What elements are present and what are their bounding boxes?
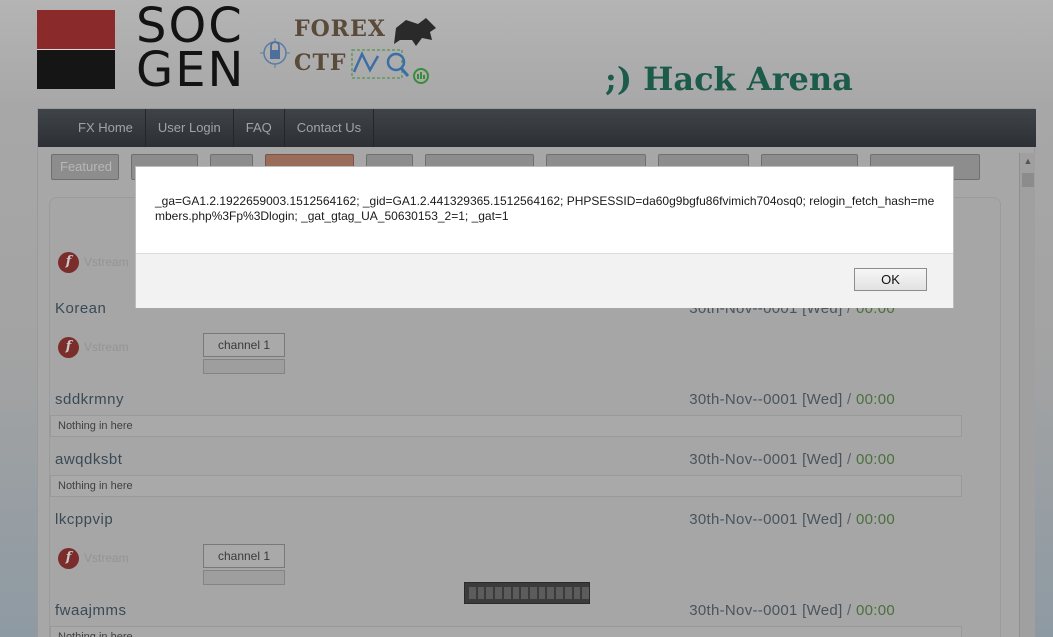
flash-icon: f xyxy=(58,252,79,273)
channel-1-button[interactable]: channel 1 xyxy=(203,333,285,357)
ctf-text: CTF xyxy=(294,50,347,76)
tab-featured[interactable]: Featured xyxy=(51,154,119,180)
top-navbar: FX Home User Login FAQ Contact Us xyxy=(38,109,1036,147)
hack-arena-title: ;) Hack Arena xyxy=(605,60,853,98)
flash-icon: f xyxy=(58,337,79,358)
channel-name[interactable]: lkcppvip xyxy=(55,511,113,528)
date-text: 30th-Nov--0001 [Wed] xyxy=(689,451,843,468)
empty-notice: Nothing in here xyxy=(50,415,962,437)
flash-icon: f xyxy=(58,548,79,569)
time-text: 00:00 xyxy=(855,451,895,468)
date-separator: / xyxy=(847,602,852,619)
channel-name[interactable]: fwaajmms xyxy=(55,602,127,619)
wordmark-line-2: GEN xyxy=(136,42,246,98)
loading-bar xyxy=(464,582,590,604)
forex-text: FOREX xyxy=(294,16,386,42)
scroll-up-icon[interactable]: ▲ xyxy=(1020,153,1036,169)
socgen-logo xyxy=(37,10,115,89)
nav-faq[interactable]: FAQ xyxy=(234,109,285,147)
alert-footer: OK xyxy=(136,253,953,308)
ok-button[interactable]: OK xyxy=(854,268,927,291)
nav-contact-us[interactable]: Contact Us xyxy=(285,109,375,147)
alert-dialog: _ga=GA1.2.1922659003.1512564162; _gid=GA… xyxy=(135,166,954,308)
channel-date: 30th-Nov--0001 [Wed] / 00:00 xyxy=(689,391,895,408)
channel-sub-button[interactable] xyxy=(203,570,285,585)
channel-1-button[interactable]: channel 1 xyxy=(203,544,285,568)
date-separator: / xyxy=(847,451,852,468)
date-separator: / xyxy=(847,511,852,528)
channel-sub-button[interactable] xyxy=(203,359,285,374)
site-header: SOC GEN FOREX CTF ;) Hack Arena xyxy=(0,0,1053,102)
date-text: 30th-Nov--0001 [Wed] xyxy=(689,511,843,528)
time-text: 00:00 xyxy=(855,391,895,408)
time-text: 00:00 xyxy=(855,511,895,528)
nav-fx-home[interactable]: FX Home xyxy=(66,109,146,147)
vstream-label[interactable]: Vstream xyxy=(84,340,129,354)
scroll-thumb[interactable] xyxy=(1022,173,1034,187)
date-text: 30th-Nov--0001 [Wed] xyxy=(689,602,843,619)
channel-name[interactable]: sddkrmny xyxy=(55,391,124,408)
time-text: 00:00 xyxy=(855,602,895,619)
channel-name[interactable]: awqdksbt xyxy=(55,451,122,468)
nav-user-login[interactable]: User Login xyxy=(146,109,234,147)
channel-name[interactable]: Korean xyxy=(55,300,106,317)
vstream-label[interactable]: Vstream xyxy=(84,255,129,269)
vstream-label[interactable]: Vstream xyxy=(84,551,129,565)
socgen-wordmark: SOC GEN xyxy=(136,2,246,98)
date-separator: / xyxy=(847,391,852,408)
empty-notice: Nothing in here xyxy=(50,475,962,497)
vertical-scrollbar[interactable]: ▲ xyxy=(1019,153,1035,637)
channel-date: 30th-Nov--0001 [Wed] / 00:00 xyxy=(689,511,895,528)
channel-date: 30th-Nov--0001 [Wed] / 00:00 xyxy=(689,451,895,468)
date-text: 30th-Nov--0001 [Wed] xyxy=(689,391,843,408)
alert-message: _ga=GA1.2.1922659003.1512564162; _gid=GA… xyxy=(155,194,935,223)
channel-date: 30th-Nov--0001 [Wed] / 00:00 xyxy=(689,602,895,619)
empty-notice: Nothing in here xyxy=(50,626,962,637)
forex-ctf-logo: FOREX CTF xyxy=(258,10,438,90)
